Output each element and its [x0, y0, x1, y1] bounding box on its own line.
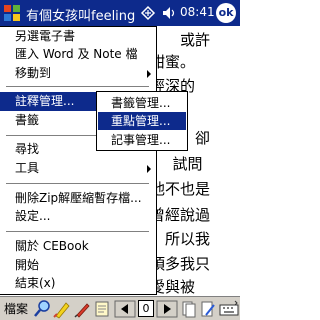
menu-item-label: 移動到 [15, 66, 52, 80]
menu-item-delete-zip-temp[interactable]: 刪除Zip解壓縮暫存檔... [0, 189, 155, 208]
submenu-item-label: 記事管理... [111, 133, 171, 147]
menu-item-move-to[interactable]: 移動到 [0, 64, 155, 83]
menu-item-label: 另選電子書 [15, 29, 76, 43]
menu-item-exit[interactable]: 結束(x) [0, 274, 155, 293]
menu-item-label: 工具 [15, 161, 40, 175]
menu-item-label: 開始 [15, 258, 40, 272]
search-icon[interactable] [33, 299, 51, 319]
menu-item-label: 匯入 Word 及 Note 檔 [15, 47, 138, 61]
bottom-toolbar: 檔案 0 [0, 296, 240, 320]
clock[interactable]: 08:41 [180, 5, 215, 19]
note-icon[interactable] [93, 299, 111, 319]
file-menu: 另選電子書 匯入 Word 及 Note 檔 移動到 註釋管理... 書籤 尋找… [0, 26, 157, 295]
menu-item-label: 書籤 [15, 113, 40, 127]
submenu-item-note-manager[interactable]: 記事管理... [98, 131, 186, 149]
menu-item-tools[interactable]: 工具 [0, 159, 155, 178]
windows-start-icon[interactable] [2, 3, 22, 23]
menu-item-label: 關於 CEBook [15, 239, 89, 253]
speaker-icon[interactable] [162, 5, 176, 21]
submenu-arrow-icon [147, 70, 151, 78]
menu-separator [6, 183, 149, 184]
window-title: 有個女孩叫feeling(上 [26, 9, 136, 24]
submenu-item-label: 重點管理... [111, 114, 171, 128]
menu-item-label: 設定... [15, 209, 51, 223]
pages-icon[interactable] [181, 299, 197, 319]
menu-item-label: 刪除Zip解壓縮暫存檔... [15, 191, 142, 205]
submenu-arrow-icon [147, 165, 151, 173]
menu-item-label: 結束(x) [15, 276, 56, 290]
menu-item-about[interactable]: 關於 CEBook [0, 237, 155, 256]
submenu-item-label: 書籤管理... [111, 96, 171, 110]
menu-separator [6, 231, 149, 232]
annotation-submenu: 書籤管理... 重點管理... 記事管理... [96, 91, 188, 151]
submenu-item-highlight-manager[interactable]: 重點管理... [98, 112, 186, 130]
highlighter-icon[interactable] [53, 299, 71, 319]
pen-icon[interactable] [73, 299, 91, 319]
menu-item-select-ebook[interactable]: 另選電子書 [0, 27, 155, 46]
menu-item-start[interactable]: 開始 [0, 256, 155, 275]
submenu-item-bookmark-manager[interactable]: 書籤管理... [98, 94, 186, 112]
ok-button[interactable]: ok [216, 3, 236, 23]
menu-item-settings[interactable]: 設定... [0, 207, 155, 226]
menu-item-label: 尋找 [15, 142, 40, 156]
menu-item-label: 註釋管理... [15, 94, 75, 108]
edit-icon[interactable] [200, 299, 216, 319]
menu-item-import-word-note[interactable]: 匯入 Word 及 Note 檔 [0, 45, 155, 64]
file-menu-button[interactable]: 檔案 [1, 299, 31, 319]
menu-separator [6, 86, 149, 87]
title-bar: 有個女孩叫feeling(上 08:41 ok [0, 0, 240, 26]
keyboard-icon[interactable] [219, 299, 239, 319]
next-page-icon[interactable] [156, 299, 178, 319]
page-number-field[interactable]: 0 [138, 300, 154, 317]
connectivity-icon[interactable] [140, 5, 156, 21]
previous-page-icon[interactable] [114, 299, 136, 319]
